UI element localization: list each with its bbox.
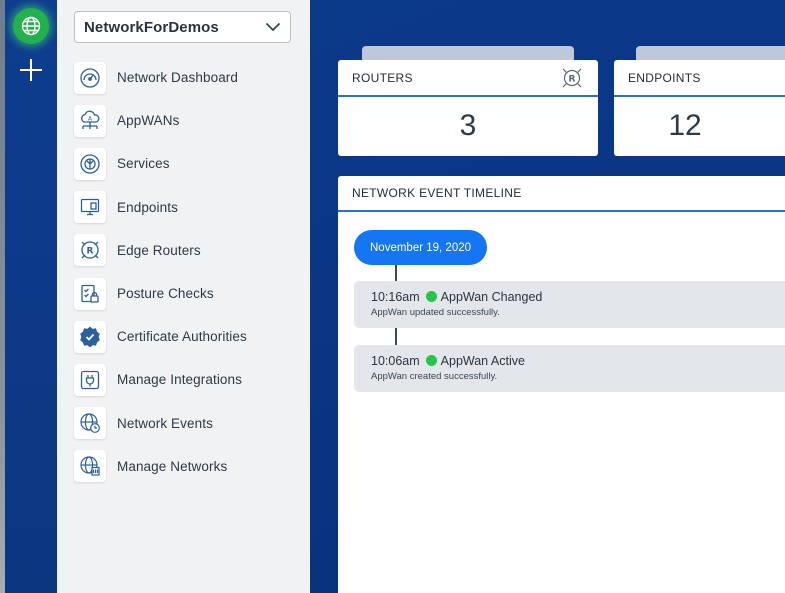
certificate-badge-icon (74, 320, 106, 353)
globe-clock-icon (74, 407, 106, 440)
sidebar-item-label: Network Events (117, 415, 213, 431)
routers-card[interactable]: ROUTERS R 3 (338, 60, 598, 156)
event-time: 10:16am (371, 289, 420, 304)
sidebar-item-posture-checks[interactable]: Posture Checks (74, 272, 304, 315)
svg-text:R: R (569, 74, 576, 84)
monitor-icon (74, 191, 106, 224)
sidebar-item-label: Endpoints (117, 199, 178, 215)
sidebar-item-label: Posture Checks (117, 286, 214, 302)
endpoints-card-header: ENDPOINTS (614, 60, 785, 97)
chevron-down-icon (265, 22, 281, 32)
event-name: AppWan Changed (440, 289, 543, 304)
sidebar: NetworkForDemos Network Dashboard A AppW… (57, 0, 310, 593)
clipboard-lock-icon (74, 277, 106, 310)
svg-text:R: R (87, 247, 94, 257)
sidebar-item-manage-integrations[interactable]: Manage Integrations (74, 358, 304, 401)
timeline-event[interactable]: 10:16am AppWan Changed AppWan updated su… (354, 281, 785, 328)
dashboard-gauge-icon (74, 61, 106, 94)
router-icon: R (74, 234, 106, 267)
sidebar-item-label: Edge Routers (117, 242, 201, 258)
network-selector-value: NetworkForDemos (84, 18, 219, 36)
sidebar-item-services[interactable]: Services (74, 142, 304, 185)
sidebar-item-label: Manage Integrations (117, 372, 242, 388)
sidebar-item-label: Services (117, 156, 170, 172)
timeline-connector (395, 328, 397, 345)
status-dot-icon (425, 291, 437, 302)
timeline-title: NETWORK EVENT TIMELINE (352, 186, 522, 200)
timeline-date-badge: November 19, 2020 (354, 230, 488, 265)
card-stack-decoration (362, 46, 574, 60)
sidebar-item-appwans[interactable]: A AppWANs (74, 99, 304, 142)
sidebar-item-manage-networks[interactable]: Manage Networks (74, 445, 304, 488)
event-description: AppWan updated successfully. (371, 307, 500, 318)
endpoints-card-title: ENDPOINTS (628, 70, 701, 85)
sidebar-nav: Network Dashboard A AppWANs Services End… (74, 56, 304, 488)
add-network-button[interactable] (15, 54, 47, 86)
timeline-event[interactable]: 10:06am AppWan Active AppWan created suc… (354, 345, 785, 392)
timeline-connector (395, 265, 397, 281)
sidebar-item-endpoints[interactable]: Endpoints (74, 186, 304, 229)
sidebar-item-label: Manage Networks (117, 458, 228, 474)
sidebar-item-edge-routers[interactable]: R Edge Routers (74, 229, 304, 272)
card-stack-decoration (636, 46, 785, 60)
sidebar-item-label: Network Dashboard (117, 70, 239, 86)
status-dot-icon (425, 355, 437, 366)
sidebar-item-label: AppWANs (117, 113, 180, 129)
event-time: 10:06am (371, 353, 420, 368)
router-icon: R (562, 68, 582, 87)
routers-count: 3 (459, 108, 477, 142)
endpoints-count: 12 (668, 108, 702, 142)
routers-card-title: ROUTERS (352, 70, 413, 85)
globe-icon[interactable] (13, 8, 49, 44)
sidebar-item-label: Certificate Authorities (117, 329, 247, 345)
sidebar-item-certificate-authorities[interactable]: Certificate Authorities (74, 315, 304, 358)
main-content: ROUTERS R 3 ENDPOINTS 12 NETWORK EVENT T… (310, 0, 785, 593)
network-selector[interactable]: NetworkForDemos (74, 11, 291, 43)
timeline-header: NETWORK EVENT TIMELINE (338, 176, 785, 212)
event-description: AppWan created successfully. (371, 371, 498, 382)
plus-icon (20, 59, 42, 81)
services-icon (74, 147, 106, 180)
sidebar-item-network-dashboard[interactable]: Network Dashboard (74, 56, 304, 99)
cloud-network-icon: A (74, 104, 106, 137)
event-name: AppWan Active (440, 353, 525, 368)
globe-server-icon (74, 450, 106, 483)
icon-rail (5, 0, 57, 593)
routers-card-header: ROUTERS R (338, 60, 598, 97)
event-timeline: NETWORK EVENT TIMELINE November 19, 2020… (338, 176, 785, 593)
plug-icon (74, 363, 106, 396)
endpoints-card[interactable]: ENDPOINTS 12 (614, 60, 785, 156)
sidebar-item-network-events[interactable]: Network Events (74, 402, 304, 445)
